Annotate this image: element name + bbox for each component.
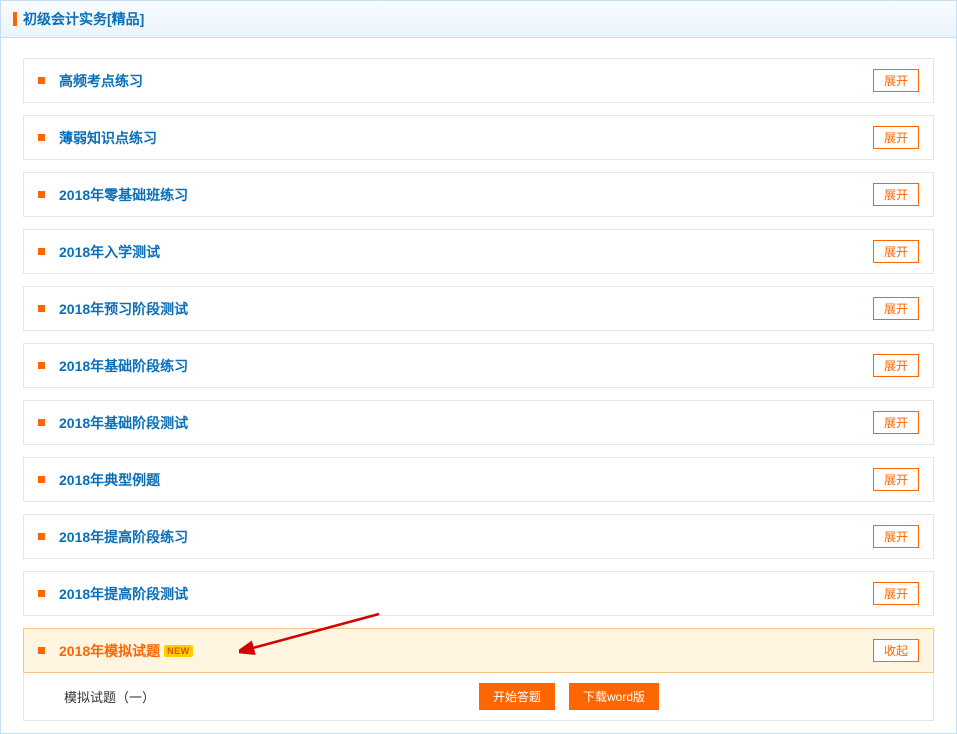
row-left: 高频考点练习 [38,71,143,91]
sub-item-row: 模拟试题（一） 开始答题 下载word版 [23,673,934,721]
bullet-icon [38,647,45,654]
expand-button[interactable]: 展开 [873,582,919,605]
download-word-button[interactable]: 下载word版 [569,683,659,710]
practice-row[interactable]: 2018年提高阶段测试 展开 [23,571,934,616]
expanded-practice-row[interactable]: 2018年模拟试题 NEW 收起 [23,628,934,673]
row-title: 2018年基础阶段练习 [59,356,188,376]
row-title: 薄弱知识点练习 [59,128,157,148]
bullet-icon [38,248,45,255]
row-title: 2018年预习阶段测试 [59,299,188,319]
row-left: 2018年提高阶段练习 [38,527,188,547]
row-left: 2018年入学测试 [38,242,160,262]
bullet-icon [38,134,45,141]
row-left: 2018年基础阶段练习 [38,356,188,376]
sub-buttons-group: 开始答题 下载word版 [479,683,659,710]
collapse-button[interactable]: 收起 [873,639,919,662]
practice-row[interactable]: 2018年基础阶段练习 展开 [23,343,934,388]
row-left: 2018年典型例题 [38,470,160,490]
row-title: 2018年典型例题 [59,470,160,490]
row-title: 2018年提高阶段练习 [59,527,188,547]
row-title: 2018年零基础班练习 [59,185,188,205]
bullet-icon [38,305,45,312]
row-title: 高频考点练习 [59,71,143,91]
bullet-icon [38,590,45,597]
expand-button[interactable]: 展开 [873,411,919,434]
bullet-icon [38,419,45,426]
bullet-icon [38,476,45,483]
row-title: 2018年基础阶段测试 [59,413,188,433]
row-left: 薄弱知识点练习 [38,128,157,148]
practice-row[interactable]: 2018年提高阶段练习 展开 [23,514,934,559]
annotation-arrow-icon [239,609,389,669]
expand-button[interactable]: 展开 [873,240,919,263]
row-title: 2018年入学测试 [59,242,160,262]
new-badge: NEW [164,645,193,657]
row-left: 2018年基础阶段测试 [38,413,188,433]
content-area: 高频考点练习 展开 薄弱知识点练习 展开 2018年零基础班练习 展开 2018… [1,38,956,733]
row-left: 2018年预习阶段测试 [38,299,188,319]
sub-item-title: 模拟试题（一） [64,687,155,706]
practice-row[interactable]: 2018年入学测试 展开 [23,229,934,274]
start-answer-button[interactable]: 开始答题 [479,683,555,710]
expand-button[interactable]: 展开 [873,297,919,320]
bullet-icon [38,77,45,84]
row-title: 2018年提高阶段测试 [59,584,188,604]
practice-row[interactable]: 2018年预习阶段测试 展开 [23,286,934,331]
row-left: 2018年模拟试题 NEW [38,641,193,661]
practice-row[interactable]: 2018年基础阶段测试 展开 [23,400,934,445]
section-header: 初级会计实务[精品] [1,1,956,38]
header-title: 初级会计实务[精品] [23,9,144,29]
bullet-icon [38,362,45,369]
expanded-row-title: 2018年模拟试题 [59,641,160,661]
practice-row[interactable]: 高频考点练习 展开 [23,58,934,103]
practice-row[interactable]: 薄弱知识点练习 展开 [23,115,934,160]
expand-button[interactable]: 展开 [873,69,919,92]
practice-row[interactable]: 2018年零基础班练习 展开 [23,172,934,217]
bullet-icon [38,191,45,198]
practice-row[interactable]: 2018年典型例题 展开 [23,457,934,502]
expand-button[interactable]: 展开 [873,525,919,548]
header-accent-bar [13,12,17,26]
expand-button[interactable]: 展开 [873,354,919,377]
row-left: 2018年零基础班练习 [38,185,188,205]
row-left: 2018年提高阶段测试 [38,584,188,604]
expand-button[interactable]: 展开 [873,468,919,491]
expand-button[interactable]: 展开 [873,183,919,206]
expand-button[interactable]: 展开 [873,126,919,149]
bullet-icon [38,533,45,540]
